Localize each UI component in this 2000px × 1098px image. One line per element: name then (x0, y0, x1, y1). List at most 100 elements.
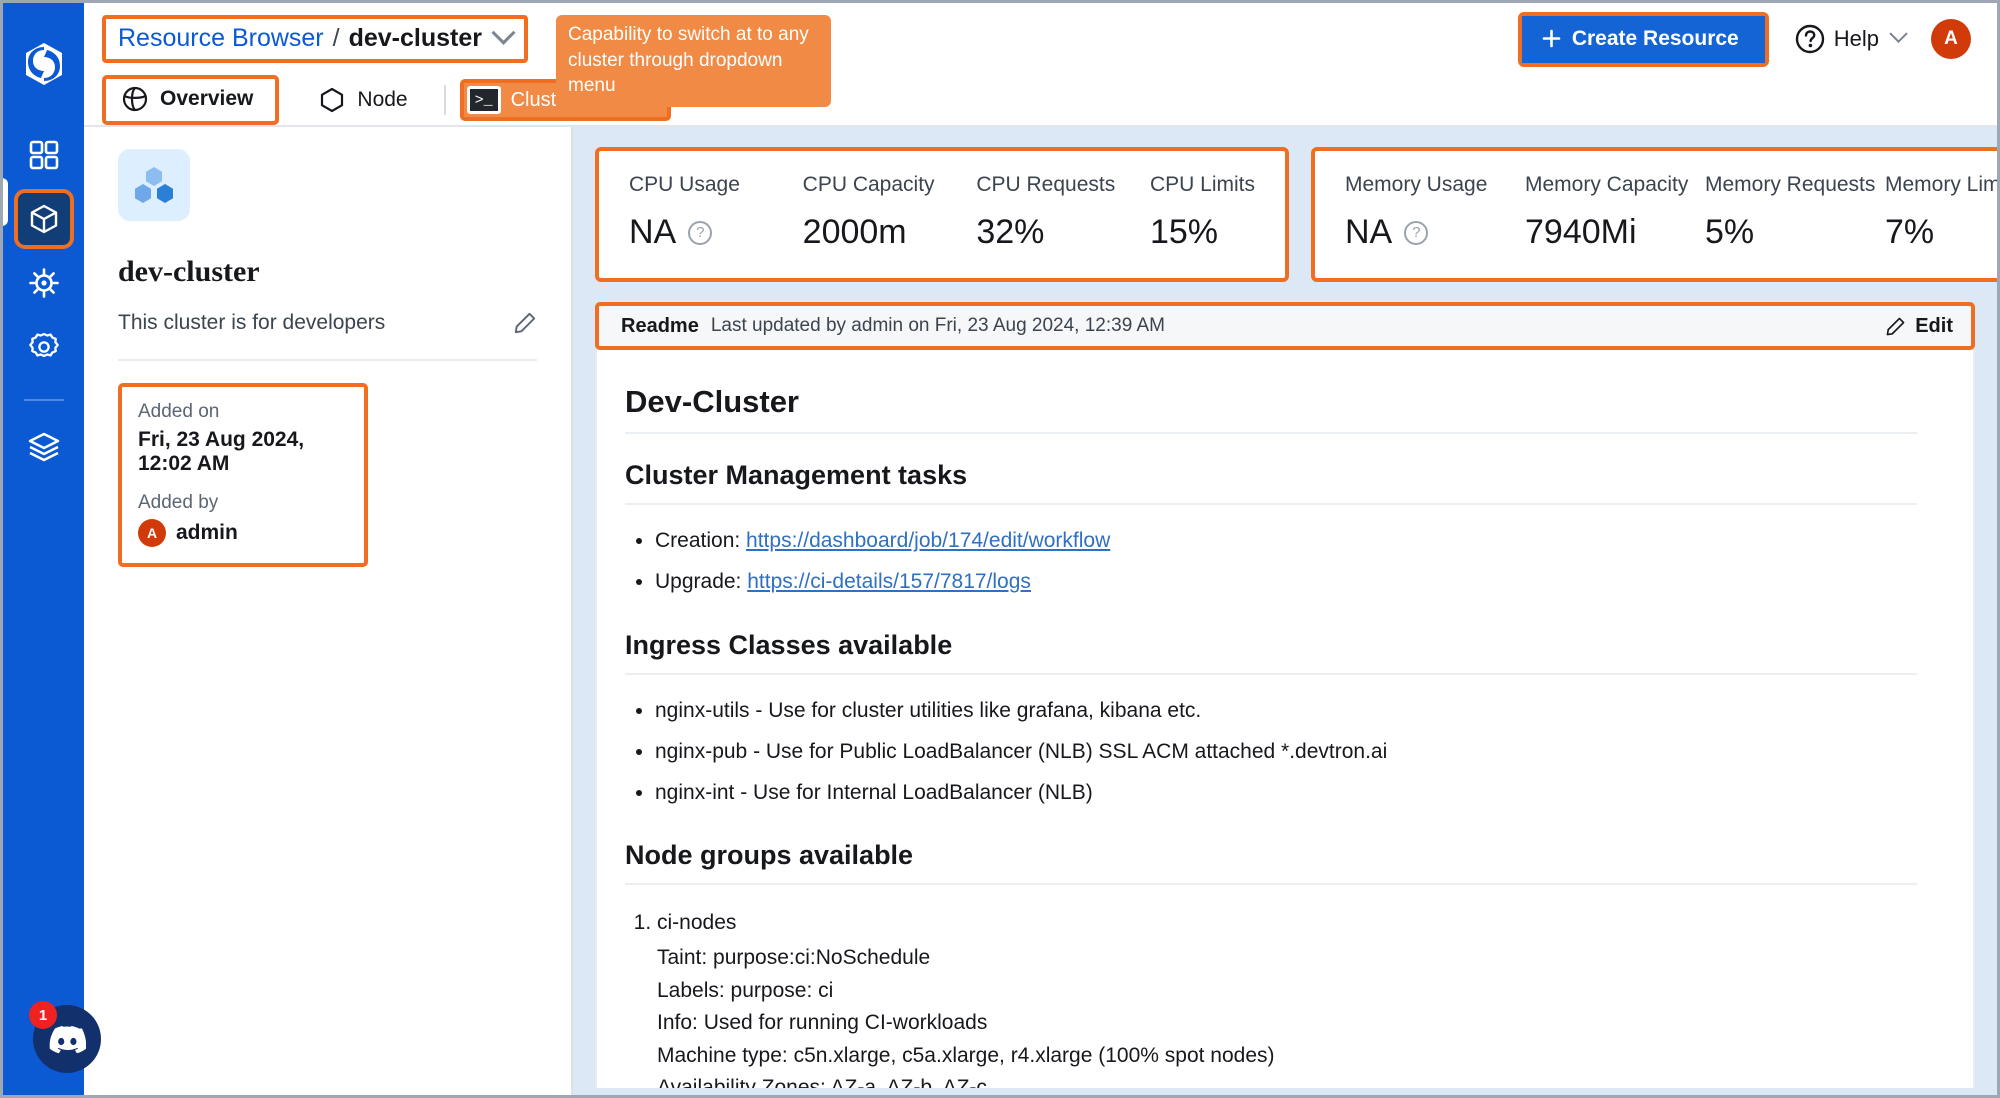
tab-node[interactable]: Node (305, 80, 421, 120)
readme-bullet-list: Creation: https://dashboard/job/174/edit… (655, 527, 1917, 596)
devtron-logo-icon[interactable] (21, 41, 67, 87)
added-on-label: Added on (138, 401, 220, 422)
avatar[interactable]: A (1931, 19, 1971, 59)
metric-cpu-capacity: CPU Capacity 2000m (803, 173, 977, 252)
list-item: nginx-pub - Use for Public LoadBalancer … (655, 738, 1917, 765)
create-resource-button[interactable]: Create Resource (1521, 15, 1765, 63)
grid-apps-icon (29, 140, 59, 170)
chevron-down-icon (1889, 24, 1908, 43)
chevron-down-icon[interactable] (491, 20, 516, 45)
metric-value: 5% (1705, 213, 1755, 251)
metric-label: CPU Usage (629, 173, 740, 196)
nav-divider (23, 399, 64, 401)
rail-collapse-handle[interactable] (3, 178, 8, 226)
added-by-label: Added by (138, 492, 219, 513)
breadcrumb-root-link[interactable]: Resource Browser (118, 24, 324, 53)
tab-node-label: Node (357, 88, 408, 111)
metric-label: CPU Limits (1149, 173, 1255, 196)
metric-value-row: NA ? (1345, 213, 1525, 252)
list-item: Creation: https://dashboard/job/174/edit… (655, 527, 1917, 554)
page-title: dev-cluster (118, 255, 260, 288)
readme-heading-1: Dev-Cluster (625, 384, 1917, 434)
node-group-line: Machine type: c5n.xlarge, c5a.xlarge, r4… (657, 1043, 1275, 1067)
metric-value: NA (1345, 213, 1393, 251)
question-circle-icon[interactable]: ? (1404, 220, 1429, 245)
metric-cpu-requests: CPU Requests 32% (976, 173, 1150, 252)
metric-label: CPU Capacity (802, 173, 935, 196)
sidebar-item-applications[interactable] (18, 129, 70, 181)
readme-bullet-list: nginx-utils - Use for cluster utilities … (655, 697, 1917, 807)
readme-title: Readme (621, 314, 699, 337)
list-item-link[interactable]: https://dashboard/job/174/edit/workflow (746, 529, 1110, 552)
metric-value-row: NA ? (629, 213, 803, 252)
sidebar-item-stack-manager[interactable] (18, 421, 70, 473)
sidebar-item-resource-browser[interactable] (13, 189, 74, 249)
discord-widget-button[interactable]: 1 (29, 1001, 101, 1073)
tab-overview-label: Overview (160, 87, 254, 110)
breadcrumb-separator: / (332, 24, 340, 52)
stack-layers-icon (28, 431, 60, 463)
sidebar-item-chart-store[interactable] (18, 257, 70, 309)
metric-value: 7% (1885, 213, 1935, 251)
tab-overview[interactable]: Overview (102, 75, 280, 125)
discord-unread-badge: 1 (29, 1001, 57, 1029)
list-item-text: Creation: (655, 529, 747, 552)
help-menu[interactable]: Help (1795, 24, 1908, 54)
memory-metrics-card: Memory Usage NA ? Memory Capacity 7940Mi… (1311, 147, 2000, 282)
list-item: ci-nodes Taint: purpose:ci:NoSchedule La… (657, 907, 1917, 1088)
list-item: nginx-utils - Use for cluster utilities … (655, 697, 1917, 724)
tab-divider (443, 85, 446, 115)
cluster-description: This cluster is for developers (118, 311, 386, 334)
gear-settings-icon (28, 331, 60, 363)
cube-node-icon (319, 87, 345, 113)
metric-memory-limits: Memory Limits 7% (1885, 173, 2000, 252)
question-circle-icon[interactable]: ? (688, 220, 713, 245)
cluster-added-info-box: Added on Fri, 23 Aug 2024, 12:02 AM Adde… (118, 383, 368, 567)
top-header: Resource Browser / dev-cluster Capabilit… (84, 3, 1997, 107)
globe-overview-icon (122, 86, 148, 112)
create-resource-highlight: Create Resource (1517, 11, 1769, 67)
app-window: 1 Resource Browser / dev-cluster Capabil… (0, 0, 2000, 1098)
sidebar-item-global-configurations[interactable] (18, 321, 70, 373)
metric-cpu-limits: CPU Limits 15% (1150, 173, 1255, 252)
pencil-edit-icon (1885, 316, 1906, 337)
node-group-line: Labels: purpose: ci (657, 978, 834, 1002)
metric-label: Memory Limits (1885, 173, 2000, 196)
breadcrumb-cluster-selector[interactable]: Resource Browser / dev-cluster (102, 15, 528, 63)
readme-section-heading: Node groups available (625, 840, 1917, 886)
help-label: Help (1833, 26, 1879, 51)
metric-value: 2000m (802, 213, 907, 251)
readme-section-heading: Ingress Classes available (625, 630, 1917, 675)
readme-markdown-body: Dev-Cluster Cluster Management tasks Cre… (595, 350, 1975, 1088)
added-by-user-name: admin (176, 521, 238, 544)
readme-last-updated: Last updated by admin on Fri, 23 Aug 202… (710, 315, 1166, 336)
plus-icon (1542, 29, 1561, 48)
annotation-callout-cluster-switch: Capability to switch at to any cluster t… (556, 15, 831, 107)
metric-value: 32% (976, 213, 1045, 251)
node-group-line: Taint: purpose:ci:NoSchedule (657, 946, 931, 970)
added-on-value: Fri, 23 Aug 2024, 12:02 AM (138, 428, 305, 475)
metric-label: Memory Usage (1345, 173, 1488, 196)
list-item: nginx-int - Use for Internal LoadBalance… (655, 779, 1917, 806)
cpu-metrics-card: CPU Usage NA ? CPU Capacity 2000m CPU Re… (595, 147, 1289, 282)
cluster-overview-content: CPU Usage NA ? CPU Capacity 2000m CPU Re… (573, 127, 1997, 1095)
metric-label: CPU Requests (976, 173, 1116, 196)
metrics-row: CPU Usage NA ? CPU Capacity 2000m CPU Re… (595, 147, 1997, 282)
metric-label: Memory Capacity (1525, 173, 1689, 196)
readme-section-heading: Cluster Management tasks (625, 460, 1917, 505)
cluster-info-panel: dev-cluster This cluster is for develope… (84, 127, 573, 1095)
node-group-title: ci-nodes (657, 911, 737, 935)
metric-memory-usage: Memory Usage NA ? (1345, 173, 1525, 252)
list-item-link[interactable]: https://ci-details/157/7817/logs (747, 570, 1031, 593)
metric-value: 15% (1149, 213, 1219, 251)
metric-memory-requests: Memory Requests 5% (1705, 173, 1885, 252)
cluster-description-row: This cluster is for developers (118, 311, 537, 361)
cluster-hexagons-icon (118, 149, 190, 221)
pencil-edit-icon[interactable] (513, 311, 537, 335)
node-group-line: Availability Zones: AZ-a, AZ-b, AZ-c (657, 1076, 987, 1088)
readme-edit-label: Edit (1915, 314, 1953, 337)
readme-header-bar: Readme Last updated by admin on Fri, 23 … (595, 302, 1975, 350)
node-group-details: Taint: purpose:ci:NoSchedule Labels: pur… (657, 942, 1917, 1088)
page-body: dev-cluster This cluster is for develope… (84, 127, 1997, 1095)
readme-edit-button[interactable]: Edit (1885, 315, 1953, 338)
